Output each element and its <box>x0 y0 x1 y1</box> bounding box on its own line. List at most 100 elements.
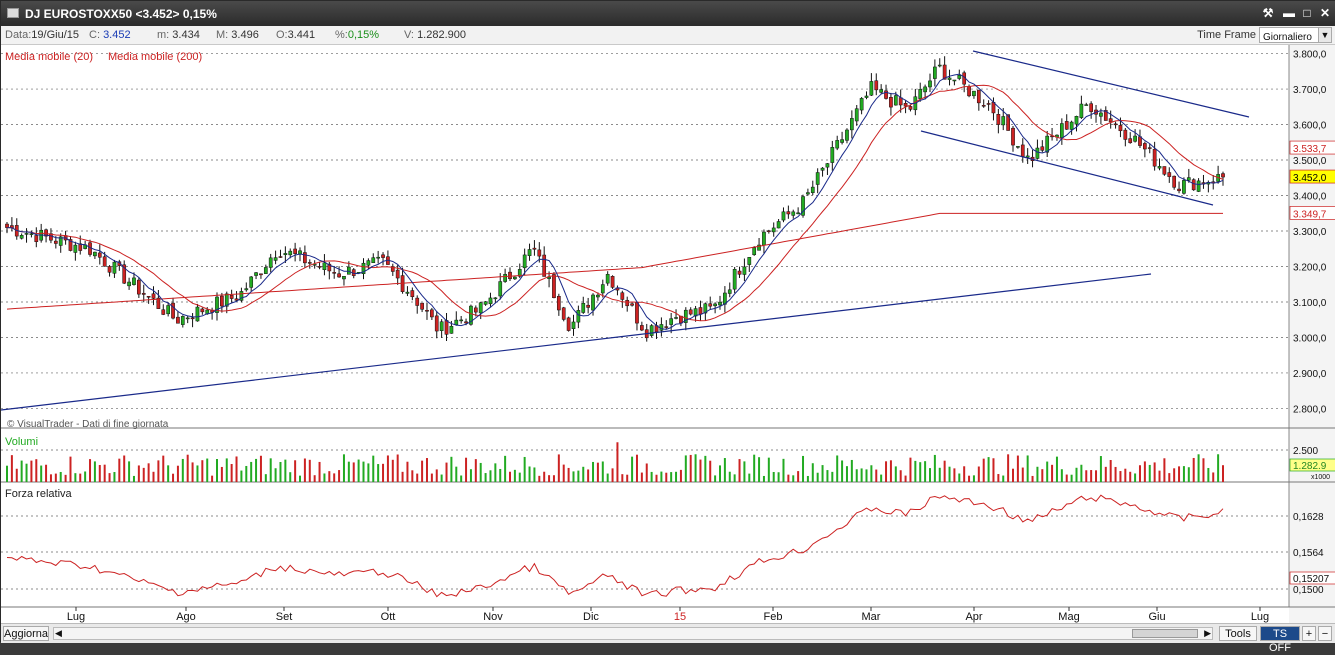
candle-body <box>332 272 337 274</box>
x-tick-label: Giu <box>1148 611 1165 623</box>
candle-body <box>1221 173 1225 178</box>
price-tick-label: 3.100,0 <box>1293 298 1327 309</box>
candle-body <box>791 211 796 216</box>
zoom-out-button[interactable]: − <box>1318 626 1332 641</box>
change-value: %:0,15% <box>335 29 380 41</box>
timeframe-label: Time Frame <box>1197 29 1256 41</box>
candle-body <box>1162 166 1167 175</box>
candle-body <box>815 172 820 185</box>
candle-body <box>674 317 678 319</box>
candle-body <box>93 251 97 257</box>
candle-body <box>649 325 654 336</box>
rs-tick-label: 0,1500 <box>1293 585 1324 596</box>
price-tick-label: 2.800,0 <box>1293 404 1327 415</box>
candle-body <box>259 273 263 276</box>
price-tick-label: 3.200,0 <box>1293 262 1327 273</box>
timeframe-select[interactable]: Giornaliero ▼ <box>1259 27 1332 43</box>
scrollbar-thumb[interactable] <box>1132 629 1198 638</box>
chart-area[interactable]: 3.800,0 3.700,0 3.600,0 3.500,0 3.400,0 3.300… <box>1 45 1335 623</box>
price-tick-label: 3.800,0 <box>1293 50 1327 61</box>
candle-body <box>1011 127 1015 146</box>
candle-body <box>303 252 307 264</box>
candle-body <box>762 231 766 246</box>
candle-body <box>796 212 800 215</box>
candle-body <box>19 235 24 239</box>
candle-body <box>195 306 200 322</box>
candle-body <box>576 310 581 323</box>
candle-body <box>1172 175 1177 188</box>
x-tick-label: Lug <box>67 611 85 623</box>
bottom-bar: Aggiorna ◀ ▶ Tools TS OFF + − <box>1 623 1335 654</box>
tools-button[interactable]: Tools <box>1219 626 1257 641</box>
candle-body <box>102 256 107 267</box>
candle-body <box>771 227 776 233</box>
candle-body <box>288 250 293 256</box>
candle-body <box>986 103 991 105</box>
candle-body <box>659 324 664 331</box>
candle-body <box>1167 172 1172 177</box>
price-tick-label: 3.400,0 <box>1293 192 1327 203</box>
candle-body <box>620 292 625 300</box>
candle-body <box>1079 103 1084 118</box>
scroll-right-icon[interactable]: ▶ <box>1204 628 1211 639</box>
high-value: M: 3.496 <box>216 29 259 41</box>
x-tick-label: 15 <box>674 611 686 623</box>
price-tag: 3.452,0 <box>1293 173 1327 184</box>
candle-body <box>864 95 869 98</box>
candle-body <box>605 274 610 284</box>
candle-body <box>718 301 722 306</box>
candle-body <box>786 211 791 215</box>
candle-body <box>430 309 434 318</box>
candle-body <box>1133 135 1137 142</box>
candle-body <box>869 81 874 96</box>
candle-body <box>1059 123 1064 138</box>
candle-body <box>127 281 131 287</box>
candle-body <box>732 269 737 290</box>
candle-body <box>229 294 234 299</box>
horizontal-scrollbar[interactable]: ◀ ▶ <box>53 627 1213 640</box>
candle-body <box>1123 129 1128 140</box>
date-label: Data:19/Giu/15 <box>5 29 79 41</box>
candle-body <box>1157 166 1162 169</box>
candle-body <box>161 309 166 315</box>
candle-body <box>1099 112 1103 117</box>
candle-body <box>141 292 146 295</box>
x-tick-label: Mar <box>862 611 881 623</box>
minimize-icon[interactable]: ▬ <box>1280 5 1298 21</box>
ts-toggle-button[interactable]: TS OFF <box>1260 626 1300 654</box>
candle-body <box>498 281 503 297</box>
x-tick-label: Mag <box>1058 611 1079 623</box>
rs-label: Forza relativa <box>5 488 73 500</box>
candle-body <box>571 321 576 329</box>
candle-body <box>825 163 830 168</box>
candle-body <box>1069 121 1074 130</box>
candle-body <box>97 252 102 258</box>
candle-body <box>928 80 932 88</box>
candle-body <box>244 288 249 291</box>
rs-tag: 0,15207 <box>1293 574 1330 585</box>
candle-body <box>508 271 512 280</box>
x-tick-label: Set <box>276 611 293 623</box>
candle-body <box>439 321 444 331</box>
maximize-icon[interactable]: □ <box>1298 5 1316 21</box>
candle-body <box>1152 148 1157 167</box>
zoom-in-button[interactable]: + <box>1302 626 1316 641</box>
candle-body <box>107 266 112 273</box>
volume-tick-label: 2.500 <box>1293 446 1318 457</box>
close-icon[interactable]: ✕ <box>1316 5 1334 21</box>
candle-body <box>454 319 459 325</box>
tools-icon[interactable]: ⚒ <box>1259 5 1277 21</box>
candle-body <box>967 86 971 97</box>
price-tick-label: 3.300,0 <box>1293 227 1327 238</box>
scroll-left-icon[interactable]: ◀ <box>55 628 62 639</box>
candle-body <box>635 302 639 324</box>
candle-body <box>806 192 810 195</box>
candle-body <box>747 257 752 265</box>
price-tick-label: 2.900,0 <box>1293 369 1327 380</box>
refresh-button[interactable]: Aggiorna <box>3 626 49 641</box>
candle-body <box>850 118 854 131</box>
candle-body <box>488 297 493 305</box>
price-tick-label: 3.500,0 <box>1293 156 1327 167</box>
title-bar[interactable]: DJ EUROSTOXX50 <3.452> 0,15% ⚒ ▬ □ ✕ <box>1 1 1335 26</box>
candle-body <box>171 302 175 319</box>
